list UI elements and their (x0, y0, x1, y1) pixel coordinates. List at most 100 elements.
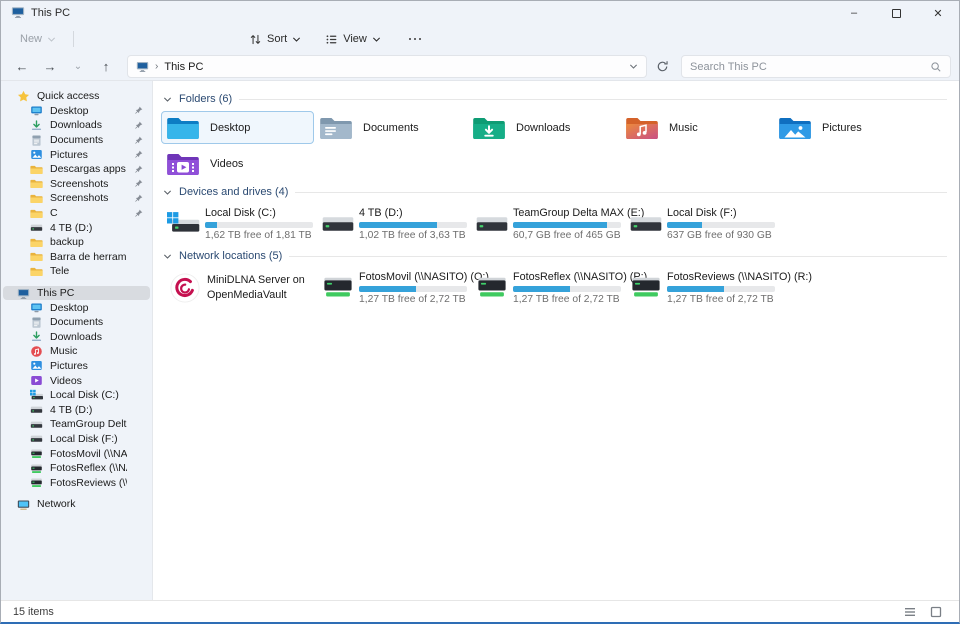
folder-desktop-icon (167, 115, 199, 141)
sidebar-item-documents[interactable]: Documents (3, 133, 150, 148)
sidebar-item-fotosreviews-nasito-r[interactable]: FotosReviews (\\NASITO) (R:) (3, 475, 150, 490)
folders-grid: Desktop Documents Downloads Music (161, 111, 951, 180)
drive-tile-local-disk-c[interactable]: Local Disk (C:) 1,62 TB free of 1,81 TB (161, 204, 315, 244)
details-view-button[interactable] (899, 603, 921, 621)
view-button[interactable]: View (316, 27, 390, 51)
up-button[interactable]: ↑ (93, 55, 119, 79)
refresh-button[interactable] (649, 55, 675, 79)
sidebar-item-screenshots[interactable]: Screenshots (3, 191, 150, 206)
chevron-down-icon (47, 35, 56, 44)
sidebar-item-fotosreflex-nasito-p[interactable]: FotosReflex (\\NASITO) (P:) (3, 461, 150, 476)
capacity-bar (205, 222, 313, 228)
navigation-pane: Quick access Desktop Downloads Documents (1, 81, 153, 600)
sidebar-item-music[interactable]: Music (3, 344, 150, 359)
sidebar-item-4-tb-d[interactable]: 4 TB (D:) (3, 402, 150, 417)
navigation-bar: ← → ⌄ ↑ › This PC (1, 53, 959, 81)
folder-tile-videos[interactable]: Videos (161, 147, 314, 180)
drive-windows-icon (167, 210, 201, 238)
picture-s-icon (30, 148, 43, 161)
view-icon (325, 33, 338, 46)
download-s-icon (30, 119, 43, 132)
capacity-bar-fill (667, 286, 724, 292)
sidebar-item-local-disk-c[interactable]: Local Disk (C:) (3, 388, 150, 403)
sidebar-item-descargas-apps[interactable]: Descargas apps (3, 162, 150, 177)
refresh-icon (656, 60, 669, 73)
drive-tile-local-disk-f[interactable]: Local Disk (F:) 637 GB free of 930 GB (623, 204, 777, 244)
folder-s-icon (30, 207, 43, 220)
sidebar-item-desktop[interactable]: Desktop (3, 300, 150, 315)
network-tile-fotosmovil-nasito-o[interactable]: FotosMovil (\\NASITO) (O:) 1,27 TB free … (315, 268, 469, 308)
large-icons-view-button[interactable] (925, 603, 947, 621)
sidebar-item-tele[interactable]: Tele (3, 264, 150, 279)
search-input[interactable] (690, 61, 930, 73)
sidebar-item-downloads[interactable]: Downloads (3, 118, 150, 133)
drive-network-icon (629, 274, 663, 302)
pc-s-icon (17, 287, 30, 300)
sidebar-item-desktop[interactable]: Desktop (3, 104, 150, 119)
more-options-button[interactable] (396, 27, 435, 51)
drives-grid: Local Disk (C:) 1,62 TB free of 1,81 TB … (161, 204, 951, 244)
sidebar-item-c[interactable]: C (3, 206, 150, 221)
recent-locations-button[interactable]: ⌄ (65, 55, 91, 79)
address-bar[interactable]: › This PC (127, 55, 647, 78)
collapse-chevron-icon[interactable] (163, 188, 172, 197)
drive-network-icon (475, 274, 509, 302)
window-title: This PC (31, 7, 70, 19)
folder-tile-pictures[interactable]: Pictures (773, 111, 926, 144)
network-tile-minidlna-server-on-openmediavault[interactable]: MiniDLNA Server on OpenMediaVault (161, 268, 315, 308)
sidebar-item-quick-access[interactable]: Quick access (3, 89, 150, 104)
folder-tile-music[interactable]: Music (620, 111, 773, 144)
chevron-down-icon (292, 35, 301, 44)
forward-button[interactable]: → (37, 55, 63, 79)
sidebar-item-barra-de-herramientas[interactable]: Barra de herramientas (3, 250, 150, 265)
network-tile-fotosreviews-nasito-r[interactable]: FotosReviews (\\NASITO) (R:) 1,27 TB fre… (623, 268, 777, 308)
document-s-icon (30, 134, 43, 147)
network-section: Network locations (5) MiniDLNA Server on… (161, 248, 951, 308)
folder-tile-desktop[interactable]: Desktop (161, 111, 314, 144)
sidebar-item-pictures[interactable]: Pictures (3, 359, 150, 374)
close-button[interactable]: ✕ (917, 1, 959, 25)
pin-icon (134, 136, 143, 145)
minimize-button[interactable]: – (833, 1, 875, 25)
pin-icon (134, 209, 143, 218)
sort-button[interactable]: Sort (240, 27, 310, 51)
capacity-bar (667, 286, 775, 292)
sidebar-item-downloads[interactable]: Downloads (3, 330, 150, 345)
sidebar-item-teamgroup-delta-max-e[interactable]: TeamGroup Delta MAX (E:) (3, 417, 150, 432)
sidebar-item-fotosmovil-nasito-o[interactable]: FotosMovil (\\NASITO) (O:) (3, 446, 150, 461)
new-button-label: New (20, 33, 42, 45)
folder-tile-downloads[interactable]: Downloads (467, 111, 620, 144)
drive-icon (321, 210, 355, 238)
network-tile-fotosreflex-nasito-p[interactable]: FotosReflex (\\NASITO) (P:) 1,27 TB free… (469, 268, 623, 308)
folder-tile-documents[interactable]: Documents (314, 111, 467, 144)
drive-win-s-icon (30, 389, 43, 402)
breadcrumb-this-pc[interactable]: This PC (164, 61, 203, 73)
collapse-chevron-icon[interactable] (163, 95, 172, 104)
document-s-icon (30, 316, 43, 329)
this-pc-icon (11, 5, 25, 22)
drive-icon (629, 210, 663, 238)
capacity-bar (359, 222, 467, 228)
back-button[interactable]: ← (9, 55, 35, 79)
new-button[interactable]: New (11, 27, 65, 51)
folder-s-icon (30, 250, 43, 263)
drive-s-icon (30, 418, 43, 431)
sidebar-item-pictures[interactable]: Pictures (3, 147, 150, 162)
sidebar-item-network[interactable]: Network (3, 497, 150, 512)
pin-icon (134, 165, 143, 174)
sidebar-item-4-tb-d[interactable]: 4 TB (D:) (3, 220, 150, 235)
sidebar-item-videos[interactable]: Videos (3, 373, 150, 388)
file-explorer-window: This PC – ✕ New Sort View (0, 0, 960, 624)
drive-tile-4-tb-d[interactable]: 4 TB (D:) 1,02 TB free of 3,63 TB (315, 204, 469, 244)
capacity-bar-fill (513, 286, 570, 292)
sidebar-item-local-disk-f[interactable]: Local Disk (F:) (3, 432, 150, 447)
collapse-chevron-icon[interactable] (163, 252, 172, 261)
pin-icon (134, 179, 143, 188)
drive-tile-teamgroup-delta-max-e[interactable]: TeamGroup Delta MAX (E:) 60,7 GB free of… (469, 204, 623, 244)
maximize-button[interactable] (875, 1, 917, 25)
sidebar-item-backup[interactable]: backup (3, 235, 150, 250)
sidebar-item-documents[interactable]: Documents (3, 315, 150, 330)
sidebar-item-screenshots[interactable]: Screenshots (3, 177, 150, 192)
sidebar-item-this-pc[interactable]: This PC (3, 286, 150, 301)
address-dropdown-icon[interactable] (629, 62, 638, 71)
